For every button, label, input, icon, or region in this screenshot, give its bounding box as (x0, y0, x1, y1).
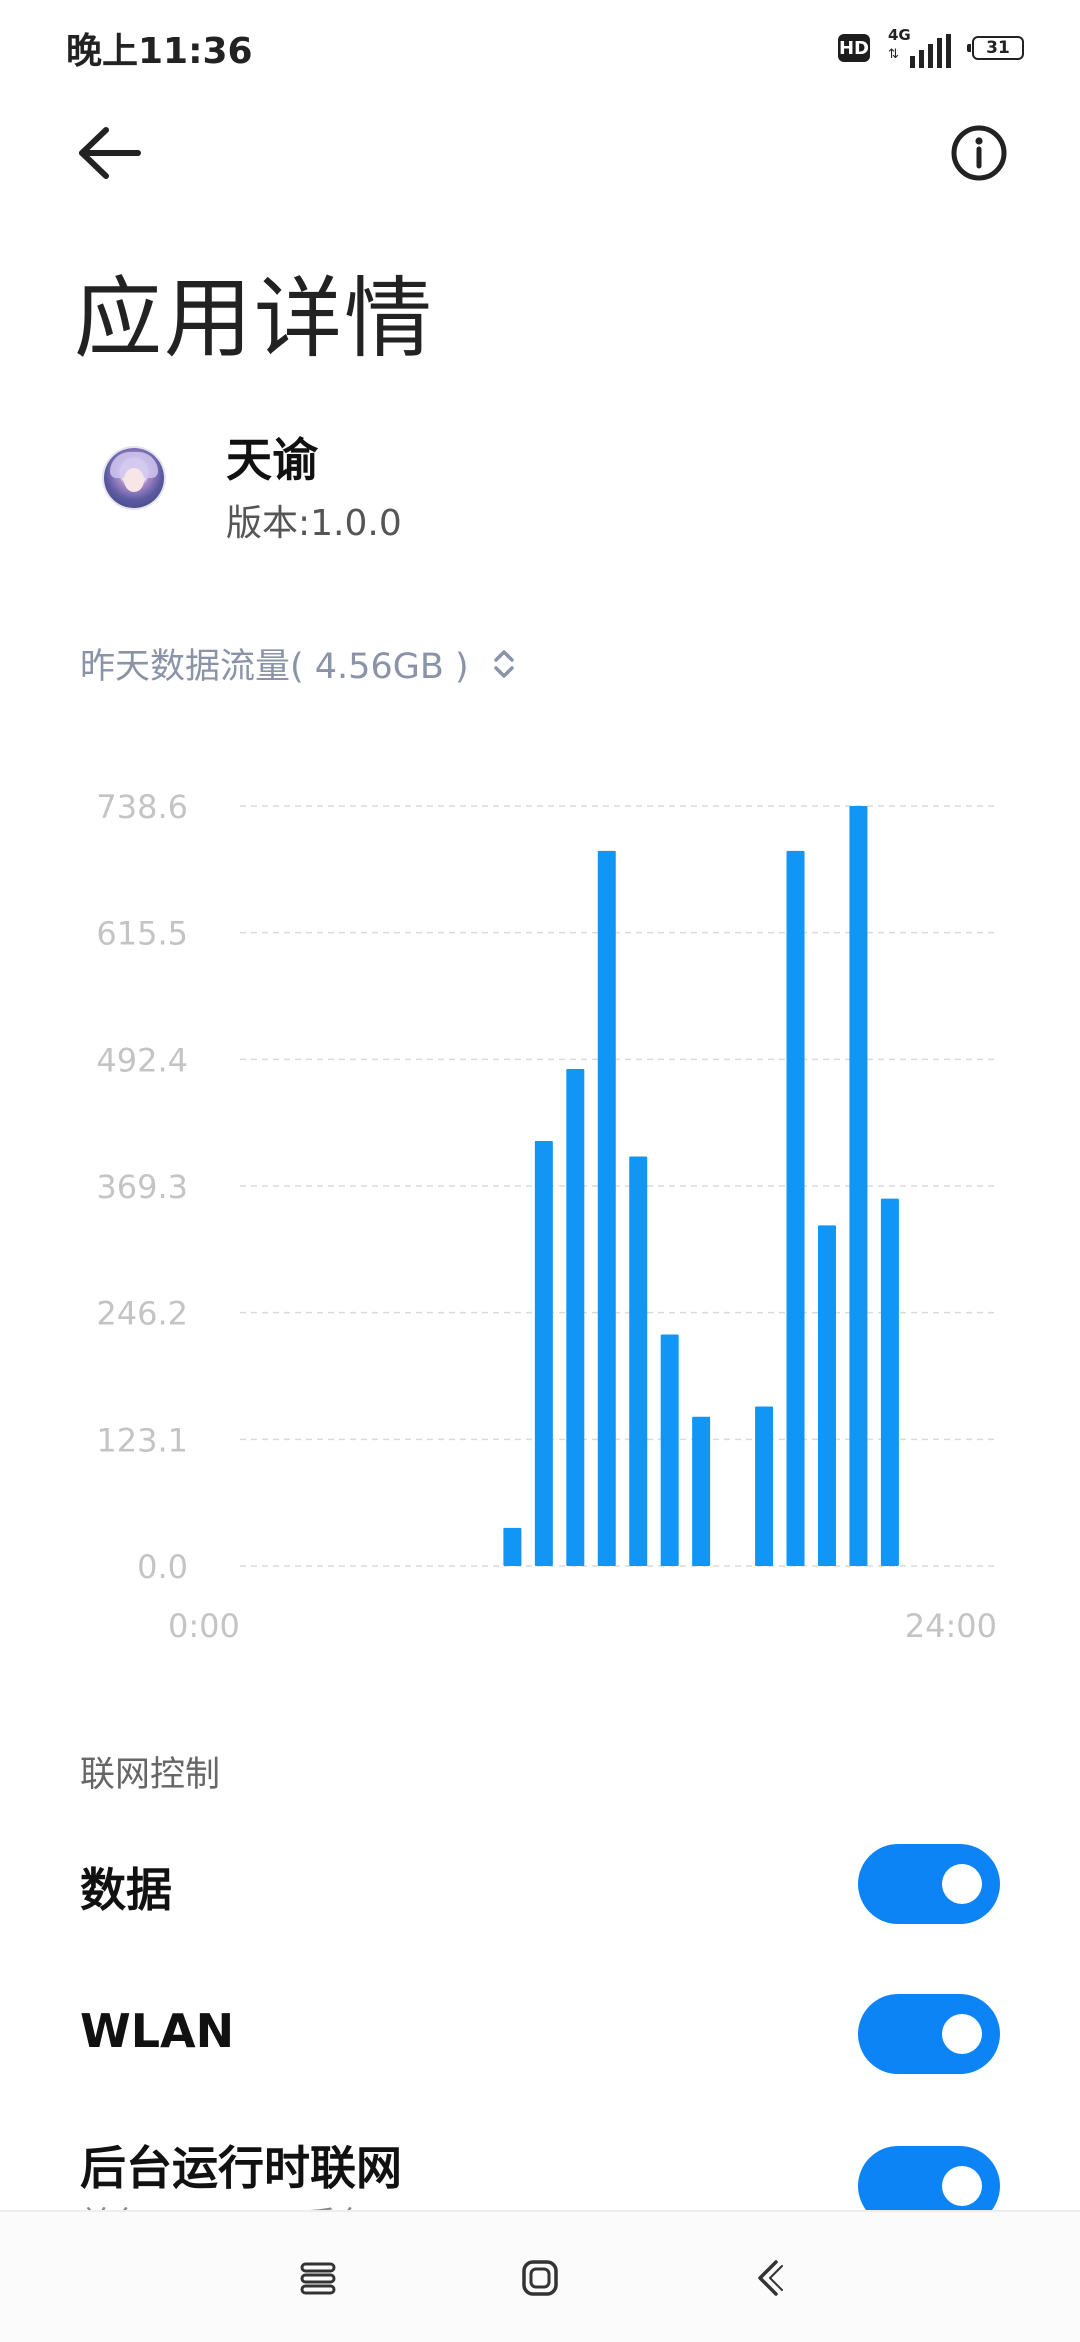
bar-hour-11 (597, 850, 616, 1566)
signal-bars-icon (910, 34, 951, 68)
toggle-knob (942, 2166, 982, 2206)
bar-hour-10 (566, 1069, 585, 1566)
bar-hour-8 (503, 1527, 522, 1566)
battery-icon: 31 (967, 36, 1024, 60)
y-tick-label: 0.0 (137, 1548, 188, 1586)
usage-period-selector[interactable]: 昨天数据流量( 4.56GB ) (80, 638, 517, 689)
info-button[interactable] (950, 124, 1008, 182)
arrow-left-icon (79, 127, 141, 179)
toggle-knob (942, 1864, 982, 1904)
data-toggle[interactable] (858, 1844, 1000, 1924)
bar-hour-14 (692, 1416, 711, 1566)
app-icon (104, 448, 164, 508)
usage-chart: 738.6 615.5 492.4 369.3 246.2 123.1 0.0 0:00 24:… (96, 788, 997, 1645)
menu-icon (300, 2262, 336, 2295)
back-button[interactable] (72, 118, 152, 188)
nav-back-button[interactable] (740, 2248, 800, 2308)
bar-hour-12 (629, 1156, 648, 1566)
bar-hour-18 (817, 1225, 836, 1566)
signal-icon: 4G ⇅ (888, 26, 954, 70)
wlan-toggle[interactable] (858, 1994, 1000, 2074)
wlan-switch-row: WLAN (80, 1986, 1000, 2086)
bar-hour-20 (880, 1198, 899, 1566)
bar-hour-9 (534, 1141, 553, 1566)
network-type: 4G (888, 26, 911, 44)
row-label: 数据 (80, 1863, 172, 1917)
y-tick-label: 123.1 (96, 1421, 188, 1459)
page-title: 应用详情 (74, 267, 435, 370)
chevron-up-down-icon (493, 649, 514, 678)
section-title: 联网控制 (80, 1755, 221, 1795)
toggle-knob (942, 2014, 982, 2054)
y-tick-label: 369.3 (96, 1168, 188, 1206)
data-switch-row: 数据 (80, 1836, 1000, 1936)
row-sub: 前台：4.55GB 后台：10.0MB (80, 2198, 521, 2210)
bar-hour-16 (755, 1406, 774, 1566)
status-bar: 晚上11:36 HD 4G ⇅ 31 (0, 0, 1080, 96)
bar-hour-13 (660, 1334, 679, 1566)
row-label: 后台运行时联网 (80, 2141, 402, 2195)
y-tick-label: 246.2 (96, 1295, 188, 1333)
status-time: 晚上11:36 (66, 31, 253, 72)
back-chevron-icon (758, 2260, 783, 2296)
hd-badge: HD (838, 34, 870, 62)
usage-label: 昨天数据流量( 4.56GB ) (80, 647, 469, 687)
x-end-label: 24:00 (905, 1607, 997, 1645)
home-icon (522, 2260, 558, 2296)
app-version: 版本:1.0.0 (226, 503, 402, 544)
background-network-toggle[interactable] (858, 2146, 1000, 2210)
app-name: 天谕 (226, 433, 318, 487)
info-circle-icon (951, 125, 1007, 181)
bar-hour-17 (786, 850, 805, 1566)
data-arrows-icon: ⇅ (888, 47, 899, 62)
bar-hour-19 (849, 806, 868, 1566)
battery-level: 31 (986, 38, 1010, 58)
row-label: WLAN (80, 2004, 235, 2058)
x-start-label: 0:00 (168, 1607, 240, 1645)
y-tick-label: 738.6 (96, 788, 188, 826)
menu-button[interactable] (288, 2248, 348, 2308)
y-tick-label: 492.4 (96, 1041, 188, 1079)
home-button[interactable] (510, 2248, 570, 2308)
navigation-bar (0, 2210, 1080, 2342)
status-icons: HD 4G ⇅ 31 (838, 26, 1024, 70)
background-network-row: 后台运行时联网 前台：4.55GB 后台：10.0MB (80, 2126, 1000, 2210)
y-tick-label: 615.5 (96, 915, 188, 953)
